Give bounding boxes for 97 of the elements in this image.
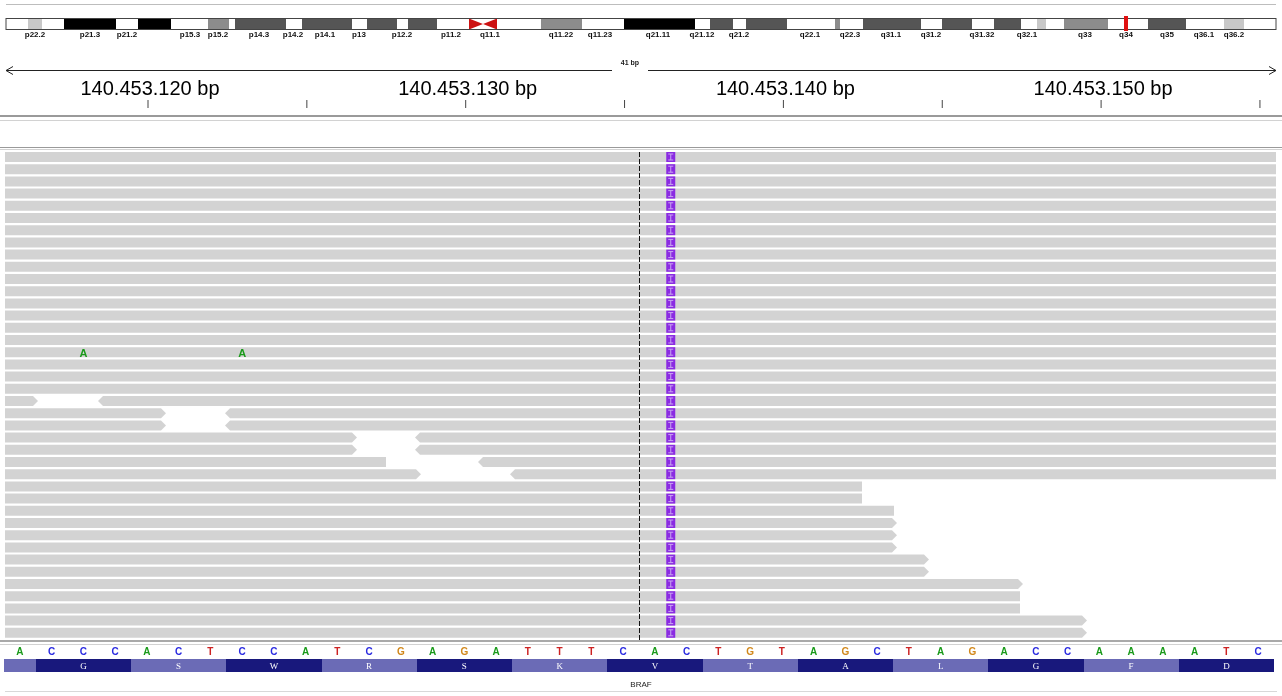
position-label: 140.453.140 bp <box>715 78 855 99</box>
reference-base: C <box>873 645 881 657</box>
reference-base: A <box>937 645 945 657</box>
band-label: p22.2 <box>24 30 46 39</box>
ruler-tick <box>147 99 149 109</box>
reference-base: T <box>778 645 785 657</box>
reference-base: A <box>16 645 24 657</box>
band-label: q21.2 <box>728 30 750 39</box>
amino-acid-block: F <box>1083 659 1179 672</box>
sequence-read <box>5 396 38 406</box>
reference-base: G <box>397 645 405 657</box>
reference-base: T <box>715 645 722 657</box>
reference-base: A <box>143 645 151 657</box>
band-label: q32.1 <box>1016 30 1038 39</box>
band-label: q11.1 <box>480 30 500 39</box>
band-label: q31.32 <box>969 30 995 39</box>
reference-base: T <box>1223 645 1230 657</box>
amino-acid-block: V <box>607 659 703 672</box>
reference-base: C <box>619 645 627 657</box>
band-label: p13 <box>352 30 366 39</box>
band-label: q31.1 <box>880 30 902 39</box>
amino-acid-block: L <box>893 659 989 672</box>
position-label: 140.453.150 bp <box>1033 78 1173 99</box>
amino-acid-block: G <box>988 659 1084 672</box>
reference-base: T <box>524 645 531 657</box>
band-label: q21.11 <box>645 30 671 39</box>
band-label: p14.2 <box>282 30 304 39</box>
amino-acid-block: W <box>226 659 322 672</box>
reference-base: C <box>175 645 183 657</box>
reference-base: A <box>429 645 437 657</box>
reference-base: C <box>365 645 373 657</box>
band-label: q11.23 <box>587 30 613 39</box>
reference-base: G <box>968 645 977 657</box>
reference-base: T <box>334 645 341 657</box>
gene-name: BRAF <box>630 680 652 691</box>
reference-base: T <box>207 645 214 657</box>
reference-base: C <box>48 645 56 657</box>
band-label: p14.1 <box>314 30 336 39</box>
band-label: p12.2 <box>391 30 413 39</box>
ruler-tick <box>782 99 784 109</box>
band-label: q35 <box>1160 30 1174 39</box>
reference-base: A <box>1191 645 1199 657</box>
amino-acid-block: D <box>1178 659 1274 672</box>
amino-acid-block: A <box>797 659 893 672</box>
position-label: 140.453.120 bp <box>80 78 220 99</box>
reference-base: A <box>651 645 659 657</box>
band-label: q11.22 <box>548 30 574 39</box>
reference-base: C <box>79 645 87 657</box>
reference-base: C <box>1064 645 1072 657</box>
band-label: q33 <box>1078 30 1092 39</box>
reference-base: G <box>460 645 469 657</box>
ruler-tick <box>941 99 943 109</box>
reference-base: C <box>238 645 246 657</box>
band-label: q36.1 <box>1193 30 1215 39</box>
reference-base: C <box>111 645 119 657</box>
band-label: p21.2 <box>116 30 138 39</box>
ruler-tick <box>1259 99 1261 109</box>
amino-acid-block: R <box>321 659 417 672</box>
amino-acid-block: K <box>512 659 608 672</box>
reference-base: A <box>1159 645 1167 657</box>
amino-acid-block: T <box>702 659 798 672</box>
ruler-tick <box>1100 99 1102 109</box>
reference-base: C <box>270 645 278 657</box>
band-label: q34 <box>1119 30 1133 39</box>
reference-base: C <box>1254 645 1262 657</box>
band-label: p11.2 <box>441 30 461 39</box>
band-label: q22.3 <box>839 30 861 39</box>
band-label: p15.2 <box>207 30 229 39</box>
amino-acid-block: G <box>35 659 131 672</box>
position-label: 140.453.130 bp <box>398 78 538 99</box>
mismatch-base: A <box>79 346 88 359</box>
band-label: q21.12 <box>689 30 715 39</box>
reference-base: A <box>1095 645 1103 657</box>
band-label: p21.3 <box>79 30 101 39</box>
ruler-tick <box>465 99 467 109</box>
reference-base: A <box>810 645 818 657</box>
reference-base: A <box>492 645 500 657</box>
band-label: q22.1 <box>799 30 821 39</box>
reference-base: C <box>1032 645 1040 657</box>
ruler-tick <box>624 99 626 109</box>
reference-base: T <box>588 645 595 657</box>
reference-base: A <box>302 645 310 657</box>
reference-base: T <box>905 645 912 657</box>
reference-base: A <box>1127 645 1135 657</box>
reference-base: C <box>683 645 691 657</box>
reference-base: G <box>746 645 754 657</box>
band-label: q31.2 <box>920 30 942 39</box>
reference-base: G <box>841 645 850 657</box>
band-label: p14.3 <box>248 30 270 39</box>
band-label: q36.2 <box>1223 30 1245 39</box>
ruler-tick <box>306 99 308 109</box>
amino-acid-block: S <box>416 659 512 672</box>
band-label: p15.3 <box>179 30 201 39</box>
mismatch-base: A <box>238 346 247 359</box>
reference-base: T <box>556 645 563 657</box>
reference-base: A <box>1000 645 1008 657</box>
amino-acid-block: S <box>131 659 227 672</box>
